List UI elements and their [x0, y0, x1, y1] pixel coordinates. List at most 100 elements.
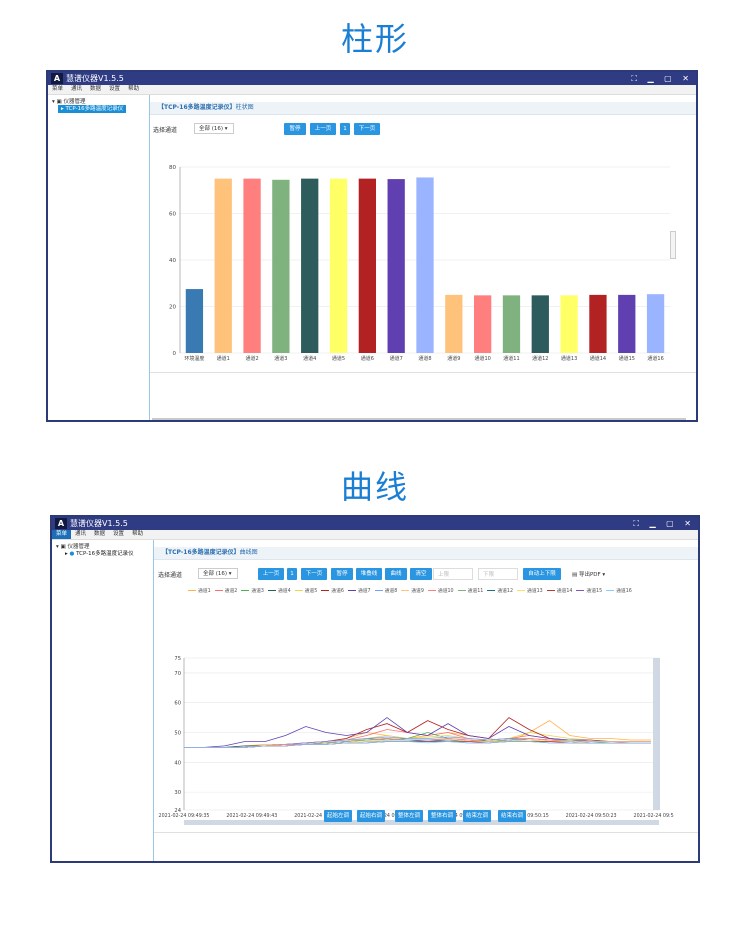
bar[interactable] — [474, 295, 492, 353]
legend-item[interactable]: 通道2 — [214, 587, 237, 594]
tree-device-item[interactable]: ▸ TCP-16多路温度记录仪 — [58, 105, 127, 113]
legend-item[interactable]: 通道4 — [267, 587, 291, 594]
pause-button[interactable]: 暂停 — [331, 568, 353, 580]
legend-label: 通道13 — [527, 589, 543, 594]
menu-item-help[interactable]: 帮助 — [128, 530, 147, 539]
page-number-button[interactable]: 1 — [287, 568, 297, 580]
menu-item-data[interactable]: 数据 — [90, 530, 109, 539]
y-tick-label: 40 — [169, 258, 176, 264]
legend-item[interactable]: 通道8 — [374, 587, 397, 594]
menu-item-data[interactable]: 数据 — [86, 85, 105, 94]
curve-button[interactable]: 曲线 — [385, 568, 407, 580]
menu-item-comm[interactable]: 通讯 — [71, 530, 90, 539]
tree-device-label: TCP-16多路温度记录仪 — [76, 551, 134, 557]
chart-legend: 通道1 通道2 通道3 通道4 通道5 通道6 通道7 通道8 通道9 通道10 通道11 通道12 通… — [188, 587, 636, 594]
legend-item[interactable]: 通道11 — [457, 587, 484, 594]
menu-item-menu[interactable]: 菜单 — [48, 85, 67, 94]
legend-item[interactable]: 通道6 — [321, 587, 344, 594]
start-right-button[interactable]: 起始右调 — [357, 810, 385, 822]
legend-item[interactable]: 通道1 — [188, 587, 211, 594]
bar[interactable] — [445, 294, 463, 353]
clear-button[interactable]: 清空 — [410, 568, 432, 580]
bar[interactable] — [416, 177, 434, 353]
channel-select-label: 选择通道 — [153, 127, 178, 134]
menu-item-menu[interactable]: 菜单 — [52, 530, 72, 539]
bar[interactable] — [531, 295, 549, 353]
pause-button[interactable]: 暂停 — [284, 123, 306, 135]
legend-item[interactable]: 通道15 — [576, 587, 602, 594]
overall-right-button[interactable]: 整体右调 — [428, 810, 456, 822]
export-pdf-dropdown[interactable]: ▤ 导出PDF ▾ — [572, 570, 605, 578]
legend-item[interactable]: 通道7 — [347, 587, 371, 594]
x-tick-label: 通道3 — [274, 355, 287, 362]
file-icon: ▤ — [572, 572, 578, 578]
end-left-button[interactable]: 结束左调 — [463, 810, 491, 822]
bar[interactable] — [272, 179, 290, 353]
x-tick-label: 通道11 — [503, 355, 519, 362]
legend-item[interactable]: 通道3 — [241, 587, 264, 594]
menu-item-settings[interactable]: 设置 — [105, 85, 124, 94]
tree-device-item[interactable]: ▸ ● TCP-16多路温度记录仪 — [62, 550, 137, 558]
prev-page-button[interactable]: 上一页 — [310, 123, 336, 135]
bar[interactable] — [646, 294, 665, 353]
legend-swatch-icon — [347, 590, 356, 591]
start-left-button[interactable]: 起始左调 — [324, 810, 352, 822]
legend-label: 通道11 — [467, 589, 484, 594]
line-section-title: 曲线 — [340, 468, 409, 506]
bar[interactable] — [502, 295, 521, 353]
title-bar[interactable]: A 慧谱仪器V1.5.5 ⛶ ▁ ▢ ✕ — [52, 517, 698, 530]
bar[interactable] — [185, 289, 204, 353]
bar[interactable] — [387, 179, 405, 353]
overall-left-button[interactable]: 整体左调 — [395, 810, 423, 822]
menu-item-help[interactable]: 帮助 — [124, 85, 143, 94]
legend-item[interactable]: 通道9 — [401, 587, 424, 594]
legend-swatch-icon — [427, 590, 436, 591]
legend-item[interactable]: 通道12 — [487, 587, 513, 594]
tree-root-item[interactable]: ▾ ▣ 仪器管理 — [56, 542, 89, 550]
end-right-button[interactable]: 结束右调 — [498, 810, 526, 822]
device-icon: ● — [69, 551, 75, 557]
lower-limit-input[interactable]: 下限 — [478, 568, 518, 580]
legend-item[interactable]: 通道16 — [606, 587, 632, 594]
stack-line-button[interactable]: 堆叠线 — [356, 568, 382, 580]
bar[interactable] — [329, 178, 348, 353]
x-tick-label: 2021-02-24 09:50:31 — [634, 813, 674, 819]
window-controls[interactable]: ⛶ ▁ ▢ ✕ — [631, 72, 693, 85]
y-tick-label: 60 — [169, 212, 176, 218]
menu-item-comm[interactable]: 通讯 — [67, 85, 86, 94]
x-tick-label: 通道16 — [647, 355, 663, 362]
tree-root-item[interactable]: ▾ ▣ 仪器管理 — [52, 97, 85, 105]
bar[interactable] — [214, 178, 232, 353]
auto-limit-button[interactable]: 自动上下限 — [523, 568, 561, 580]
menu-item-settings[interactable]: 设置 — [109, 530, 128, 539]
bar[interactable] — [358, 178, 376, 353]
y-range-slider[interactable] — [653, 658, 660, 810]
page-number-button[interactable]: 1 — [340, 123, 350, 135]
bar[interactable] — [243, 178, 261, 353]
bar[interactable] — [301, 178, 319, 353]
legend-item[interactable]: 通道13 — [517, 587, 543, 594]
legend-swatch-icon — [294, 590, 303, 591]
bar[interactable] — [589, 294, 607, 353]
vertical-scroll-handle[interactable] — [670, 231, 676, 259]
bar[interactable] — [618, 294, 636, 353]
title-bar[interactable]: A 慧谱仪器V1.5.5 ⛶ ▁ ▢ ✕ — [48, 72, 696, 85]
legend-label: 通道5 — [304, 589, 318, 594]
legend-label: 通道4 — [277, 589, 291, 594]
channel-select[interactable]: 全部 (16) ▾ — [194, 123, 234, 134]
next-page-button[interactable]: 下一页 — [301, 568, 327, 580]
horizontal-scrollbar[interactable] — [152, 418, 686, 420]
legend-item[interactable]: 通道10 — [427, 587, 454, 594]
legend-label: 通道12 — [497, 589, 514, 594]
legend-item[interactable]: 通道5 — [294, 587, 318, 594]
x-tick-label: 通道8 — [418, 355, 431, 362]
bar[interactable] — [560, 295, 578, 353]
upper-limit-input[interactable]: 上限 — [433, 568, 473, 580]
next-page-button[interactable]: 下一页 — [354, 123, 380, 135]
y-tick-label: 40 — [174, 760, 181, 766]
prev-page-button[interactable]: 上一页 — [258, 568, 284, 580]
legend-item[interactable]: 通道14 — [546, 587, 572, 594]
channel-select[interactable]: 全部 (16) ▾ — [198, 568, 238, 579]
x-tick-label: 2021-02-24 09:49:35 — [159, 813, 210, 819]
window-controls[interactable]: ⛶ ▁ ▢ ✕ — [633, 517, 695, 530]
